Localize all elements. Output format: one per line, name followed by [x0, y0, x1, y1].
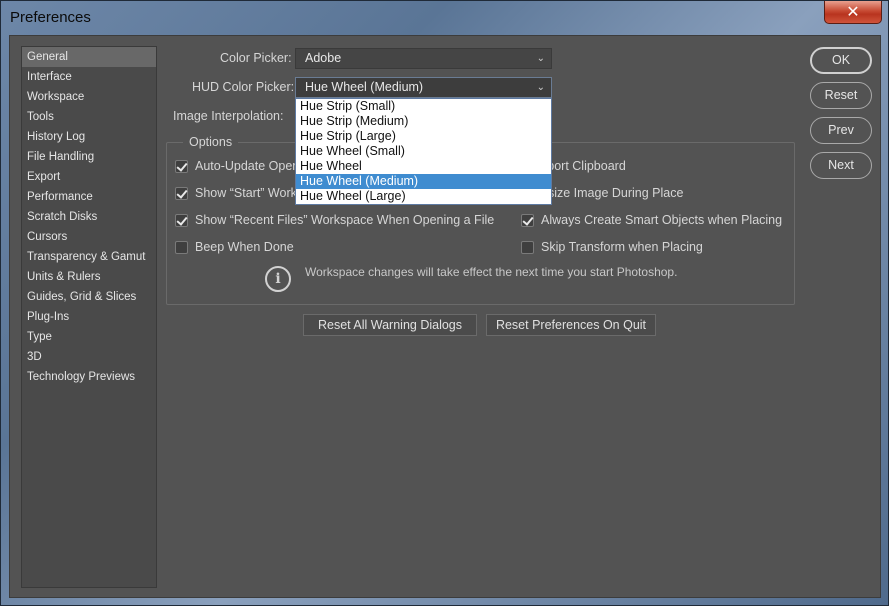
dropdown-option[interactable]: Hue Wheel: [296, 159, 551, 174]
dropdown-option[interactable]: Hue Strip (Large): [296, 129, 551, 144]
dropdown-option[interactable]: Hue Strip (Small): [296, 99, 551, 114]
sidebar-item-history-log[interactable]: History Log: [22, 127, 156, 147]
resize-image-label: esize Image During Place: [541, 186, 684, 200]
ok-button[interactable]: OK: [810, 47, 872, 74]
sidebar-item-file-handling[interactable]: File Handling: [22, 147, 156, 167]
color-picker-value: Adobe: [305, 51, 342, 65]
sidebar-item-cursors[interactable]: Cursors: [22, 227, 156, 247]
sidebar-item-type[interactable]: Type: [22, 327, 156, 347]
hud-color-picker-select[interactable]: Hue Wheel (Medium) ⌄: [295, 77, 552, 98]
category-sidebar: General Interface Workspace Tools Histor…: [21, 46, 157, 588]
hud-color-picker-dropdown: Hue Strip (Small) Hue Strip (Medium) Hue…: [295, 98, 552, 205]
sidebar-item-workspace[interactable]: Workspace: [22, 87, 156, 107]
close-button[interactable]: ✕: [824, 1, 882, 24]
window-title: Preferences: [10, 9, 91, 26]
sidebar-item-interface[interactable]: Interface: [22, 67, 156, 87]
sidebar-item-guides-grid-slices[interactable]: Guides, Grid & Slices: [22, 287, 156, 307]
sidebar-item-tools[interactable]: Tools: [22, 107, 156, 127]
sidebar-item-export[interactable]: Export: [22, 167, 156, 187]
reset-warning-dialogs-button[interactable]: Reset All Warning Dialogs: [303, 314, 477, 336]
chevron-down-icon: ⌄: [536, 53, 545, 64]
sidebar-item-technology-previews[interactable]: Technology Previews: [22, 367, 156, 387]
image-interpolation-label: Image Interpolation:: [173, 109, 284, 123]
beep-when-done-checkbox[interactable]: [175, 241, 188, 254]
reset-preferences-button[interactable]: Reset Preferences On Quit: [486, 314, 656, 336]
smart-objects-label: Always Create Smart Objects when Placing: [541, 213, 783, 227]
beep-when-done-label: Beep When Done: [195, 240, 294, 254]
sidebar-item-units-rulers[interactable]: Units & Rulers: [22, 267, 156, 287]
show-recent-files-checkbox[interactable]: [175, 214, 188, 227]
title-bar[interactable]: Preferences ✕: [1, 1, 888, 35]
skip-transform-label: Skip Transform when Placing: [541, 240, 703, 254]
sidebar-item-plug-ins[interactable]: Plug-Ins: [22, 307, 156, 327]
sidebar-item-scratch-disks[interactable]: Scratch Disks: [22, 207, 156, 227]
dropdown-option[interactable]: Hue Strip (Medium): [296, 114, 551, 129]
dropdown-option-highlighted[interactable]: Hue Wheel (Medium): [296, 174, 551, 189]
sidebar-item-3d[interactable]: 3D: [22, 347, 156, 367]
reset-button[interactable]: Reset: [810, 82, 872, 109]
prev-button[interactable]: Prev: [810, 117, 872, 144]
info-icon: i: [265, 266, 291, 292]
sidebar-item-transparency-gamut[interactable]: Transparency & Gamut: [22, 247, 156, 267]
sidebar-item-general[interactable]: General: [22, 47, 156, 67]
export-clipboard-label: xport Clipboard: [541, 159, 626, 173]
auto-update-checkbox[interactable]: [175, 160, 188, 173]
show-recent-files-label: Show “Recent Files” Workspace When Openi…: [195, 213, 495, 227]
color-picker-select[interactable]: Adobe ⌄: [295, 48, 552, 69]
show-start-label: Show “Start” Work: [195, 186, 297, 200]
skip-transform-checkbox[interactable]: [521, 241, 534, 254]
show-start-checkbox[interactable]: [175, 187, 188, 200]
dialog-client: General Interface Workspace Tools Histor…: [9, 35, 881, 598]
smart-objects-checkbox[interactable]: [521, 214, 534, 227]
hud-color-picker-value: Hue Wheel (Medium): [305, 80, 424, 94]
dropdown-option[interactable]: Hue Wheel (Small): [296, 144, 551, 159]
options-group-title: Options: [183, 135, 239, 149]
chevron-down-icon: ⌄: [536, 82, 545, 93]
preferences-window: Preferences ✕ General Interface Workspac…: [0, 0, 889, 606]
color-picker-label: Color Picker:: [220, 51, 292, 65]
dropdown-option[interactable]: Hue Wheel (Large): [296, 189, 551, 204]
sidebar-item-performance[interactable]: Performance: [22, 187, 156, 207]
next-button[interactable]: Next: [810, 152, 872, 179]
hud-color-picker-label: HUD Color Picker:: [192, 80, 295, 94]
auto-update-label: Auto-Update Oper: [195, 159, 297, 173]
workspace-info-text: Workspace changes will take effect the n…: [305, 265, 678, 279]
